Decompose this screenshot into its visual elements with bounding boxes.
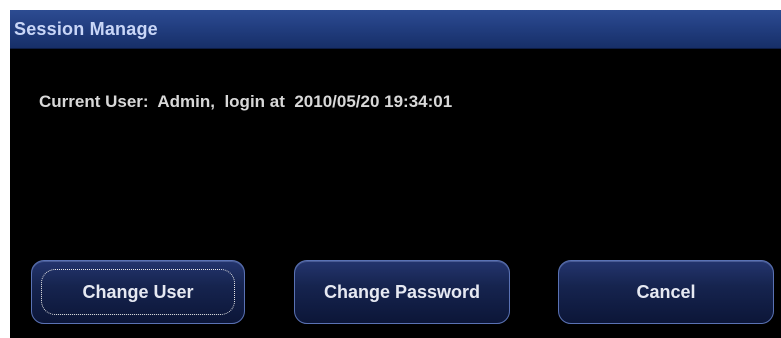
change-password-label: Change Password bbox=[323, 281, 481, 302]
session-manage-dialog: Session Manage Current User: Admin, logi… bbox=[10, 10, 781, 338]
dialog-title: Session Manage bbox=[14, 19, 158, 39]
title-bar: Session Manage bbox=[10, 10, 781, 49]
cancel-label: Cancel bbox=[636, 281, 696, 302]
change-user-button[interactable]: Change User bbox=[31, 260, 245, 324]
current-user-info: Current User: Admin, login at 2010/05/20… bbox=[39, 92, 453, 111]
focus-ring bbox=[41, 269, 235, 315]
cancel-button[interactable]: Cancel bbox=[558, 260, 774, 324]
change-password-button[interactable]: Change Password bbox=[294, 260, 510, 324]
